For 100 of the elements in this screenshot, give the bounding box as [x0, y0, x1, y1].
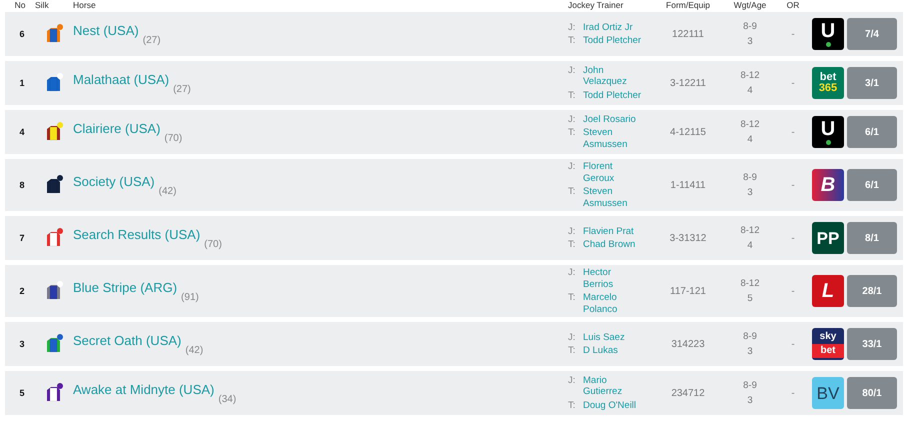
jockey-label: J: [568, 22, 576, 33]
weight-text: 8-9 [743, 380, 757, 391]
trainer-label: T: [568, 292, 576, 305]
odds-button[interactable]: 6/1 [847, 116, 897, 148]
form-text: 122111 [672, 28, 704, 40]
form-text: 1-11411 [670, 180, 706, 190]
horse-name-link[interactable]: Awake at Midnyte (USA) [73, 382, 214, 396]
odds-button[interactable]: 8/1 [847, 222, 897, 254]
weight-text: 8-12 [740, 278, 760, 289]
column-header: Form/Equip [666, 0, 710, 10]
bookmaker-logo[interactable]: L [812, 275, 844, 307]
official-rating: - [791, 338, 795, 350]
bookmaker-logo[interactable]: U [812, 116, 844, 148]
horse-name-link[interactable]: Secret Oath (USA) [73, 332, 182, 348]
bookmaker-logo[interactable]: sky bet [812, 328, 844, 360]
horse-rating: (42) [158, 186, 176, 196]
weight-text: 8-12 [740, 119, 760, 130]
age-text: 3 [747, 187, 753, 198]
form-text: 3-12211 [670, 78, 706, 88]
trainer-label: T: [568, 127, 576, 140]
official-rating: - [791, 232, 795, 244]
horse-rating: (34) [218, 394, 236, 404]
horse-rating: (27) [142, 34, 161, 46]
bookmaker-logo[interactable]: U [812, 18, 844, 50]
horse-name-link[interactable]: Nest (USA) [73, 22, 139, 38]
age-text: 3 [747, 346, 753, 357]
horse-rating: (70) [164, 132, 182, 144]
bookmaker-logo[interactable]: B [812, 169, 844, 201]
runner-number: 7 [19, 233, 24, 243]
horse-name-link[interactable]: Blue Stripe (ARG) [73, 280, 178, 294]
jockey-name-link[interactable]: Hector Berrios [583, 267, 643, 290]
horse-name-link[interactable]: Clairiere (USA) [73, 120, 160, 136]
trainer-name-link[interactable]: Todd Pletcher [583, 35, 643, 46]
odds-button[interactable]: 33/1 [847, 328, 897, 360]
odds-button[interactable]: 3/1 [847, 67, 897, 99]
trainer-name-link[interactable]: D Lukas [583, 345, 643, 356]
column-header: OR [786, 0, 800, 10]
trainer-name-link[interactable]: Doug O'Neill [583, 400, 643, 412]
jockey-name-link[interactable]: Luis Saez [583, 332, 643, 343]
jockey-name-link[interactable]: John Velazquez [583, 64, 643, 88]
weight-text: 8-9 [743, 21, 757, 32]
odds-button[interactable]: 7/4 [847, 18, 897, 50]
trainer-label: T: [568, 35, 576, 46]
jockey-label: J: [568, 267, 576, 280]
official-rating: - [791, 388, 795, 398]
column-header: Horse [73, 0, 96, 10]
horse-name-link[interactable]: Malathaat (USA) [73, 72, 170, 86]
trainer-name-link[interactable]: Todd Pletcher [583, 90, 643, 102]
column-header: Silk [35, 0, 49, 10]
trainer-label: T: [568, 345, 576, 356]
jockey-name-link[interactable]: Flavien Prat [583, 226, 643, 237]
jockey-label: J: [568, 226, 576, 237]
horse-rating: (91) [181, 292, 199, 302]
age-text: 4 [747, 85, 753, 96]
runner-number: 2 [19, 286, 24, 296]
trainer-label: T: [568, 400, 576, 412]
trainer-name-link[interactable]: Steven Asmussen [583, 186, 643, 209]
horse-rating: (27) [173, 84, 191, 94]
trainer-label: T: [568, 90, 576, 102]
weight-text: 8-12 [740, 70, 760, 81]
age-text: 5 [747, 293, 753, 304]
form-text: 3-31312 [670, 232, 706, 244]
trainer-name-link[interactable]: Marcelo Polanco [583, 292, 643, 315]
column-header: No [14, 0, 26, 10]
trainer-label: T: [568, 186, 576, 199]
weight-text: 8-12 [740, 225, 760, 236]
runner-number: 3 [19, 339, 24, 349]
jockey-label: J: [568, 114, 576, 126]
form-text: 4-12115 [670, 126, 706, 138]
runner-number: 8 [19, 180, 24, 190]
jockey-name-link[interactable]: Irad Ortiz Jr [583, 22, 643, 33]
runner-number: 5 [19, 388, 24, 398]
jockey-name-link[interactable]: Joel Rosario [583, 114, 643, 126]
bookmaker-logo[interactable]: BV [812, 377, 844, 409]
odds-button[interactable]: 80/1 [847, 377, 897, 409]
horse-rating: (70) [204, 238, 222, 250]
horse-name-link[interactable]: Society (USA) [73, 174, 155, 188]
odds-button[interactable]: 6/1 [847, 169, 897, 201]
trainer-label: T: [568, 239, 576, 250]
form-text: 314223 [671, 338, 705, 350]
runner-number: 6 [19, 29, 24, 39]
official-rating: - [791, 78, 795, 88]
jockey-name-link[interactable]: Florent Geroux [583, 161, 643, 184]
age-text: 4 [747, 240, 753, 251]
bookmaker-logo[interactable]: bet 365 [812, 67, 844, 99]
age-text: 4 [747, 134, 753, 145]
jockey-name-link[interactable]: Mario Gutierrez [583, 374, 643, 398]
jockey-label: J: [568, 374, 576, 388]
horse-rating: (42) [185, 344, 204, 356]
odds-button[interactable]: 28/1 [847, 275, 897, 307]
official-rating: - [791, 126, 795, 138]
trainer-name-link[interactable]: Chad Brown [583, 239, 643, 250]
bookmaker-logo[interactable]: PP [812, 222, 844, 254]
weight-text: 8-9 [743, 172, 757, 183]
column-header: Jockey Trainer [568, 0, 624, 10]
horse-name-link[interactable]: Search Results (USA) [73, 226, 200, 242]
jockey-label: J: [568, 332, 576, 343]
trainer-name-link[interactable]: Steven Asmussen [583, 127, 643, 150]
runner-number: 1 [19, 78, 24, 88]
official-rating: - [791, 286, 795, 296]
